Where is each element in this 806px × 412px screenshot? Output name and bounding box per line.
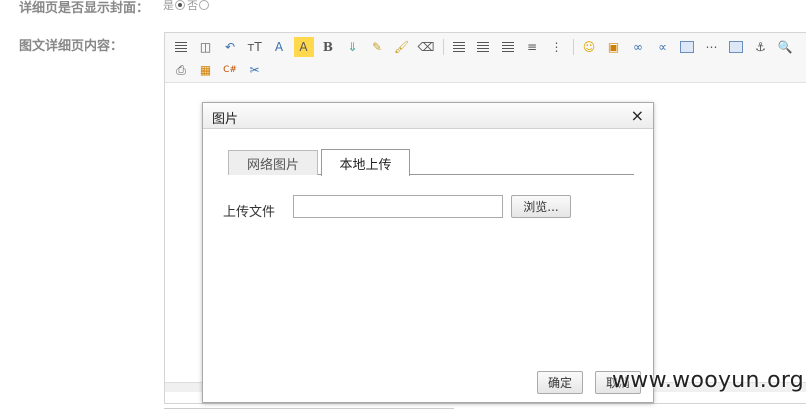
toolbar-separator xyxy=(442,39,444,55)
align-right-icon[interactable] xyxy=(498,37,518,57)
cover-display-label: 详细页是否显示封面： xyxy=(19,1,150,16)
radio-no-label: 否 xyxy=(187,0,198,12)
preview-icon[interactable]: 🔍 xyxy=(775,37,795,57)
dialog-tabs: 网络图片 本地上传 xyxy=(228,149,634,176)
ordered-list-icon[interactable]: ≡ xyxy=(522,37,542,57)
fullscreen-icon[interactable] xyxy=(171,37,191,57)
eraser-icon[interactable]: ⌫ xyxy=(416,37,436,57)
emoticon-icon[interactable]: ☺ xyxy=(579,37,599,57)
tab-network-image[interactable]: 网络图片 xyxy=(228,150,318,175)
ok-button[interactable]: 确定 xyxy=(537,371,583,394)
table-icon[interactable] xyxy=(726,37,746,57)
brush-icon[interactable]: 🖌 xyxy=(392,37,412,57)
divider xyxy=(164,408,454,409)
anchor-icon[interactable]: ⚓ xyxy=(751,37,771,57)
font-size-icon[interactable]: тT xyxy=(245,37,265,57)
unlink-icon[interactable]: ∝ xyxy=(653,37,673,57)
upload-file-input[interactable] xyxy=(293,195,503,218)
font-color-icon[interactable]: A xyxy=(269,37,289,57)
align-left-icon[interactable] xyxy=(449,37,469,57)
align-center-icon[interactable] xyxy=(473,37,493,57)
tab-local-upload[interactable]: 本地上传 xyxy=(321,149,410,176)
unordered-list-icon[interactable]: ⋮ xyxy=(547,37,567,57)
dialog-header[interactable]: 图片 × xyxy=(203,103,653,129)
upload-file-label: 上传文件 xyxy=(223,205,276,220)
page-break-icon[interactable]: ⋯ xyxy=(702,37,722,57)
radio-yes-label: 是 xyxy=(163,0,174,12)
link-icon[interactable]: ∞ xyxy=(628,37,648,57)
image-dialog: 图片 × 网络图片 本地上传 上传文件 浏览... 确定 取消 xyxy=(202,102,654,403)
cover-radio-group: 是 否 xyxy=(163,0,211,13)
cut-icon[interactable]: ✂ xyxy=(245,60,265,80)
background-color-icon[interactable]: A xyxy=(293,37,314,57)
bold-icon[interactable]: B xyxy=(318,37,338,57)
print-icon[interactable]: ⎙ xyxy=(171,60,191,80)
source-code-icon[interactable]: ◫ xyxy=(196,37,216,57)
template-icon[interactable]: ▦ xyxy=(196,60,216,80)
radio-yes[interactable] xyxy=(175,0,185,10)
editor-toolbar: ◫ ↶ тT A A B ⇓ ✎ 🖌 ⌫ ≡ ⋮ ☺ ▣ ∞ ∝ ⋯ ⚓ 🔍 ⎙… xyxy=(165,33,806,83)
watermark: www.wooyun.org xyxy=(612,368,805,393)
dialog-title: 图片 xyxy=(212,112,239,127)
browse-button[interactable]: 浏览... xyxy=(511,195,571,218)
format-painter-icon[interactable]: ✎ xyxy=(367,37,387,57)
undo-icon[interactable]: ↶ xyxy=(220,37,240,57)
close-icon[interactable]: × xyxy=(631,106,644,125)
radio-no[interactable] xyxy=(199,0,209,10)
image-icon[interactable] xyxy=(677,37,697,57)
content-label: 图文详细页内容： xyxy=(19,39,124,54)
image-insert-icon[interactable]: ▣ xyxy=(604,37,624,57)
code-icon[interactable]: C# xyxy=(220,60,240,80)
insert-line-icon[interactable]: ⇓ xyxy=(343,37,363,57)
toolbar-separator xyxy=(573,39,574,55)
